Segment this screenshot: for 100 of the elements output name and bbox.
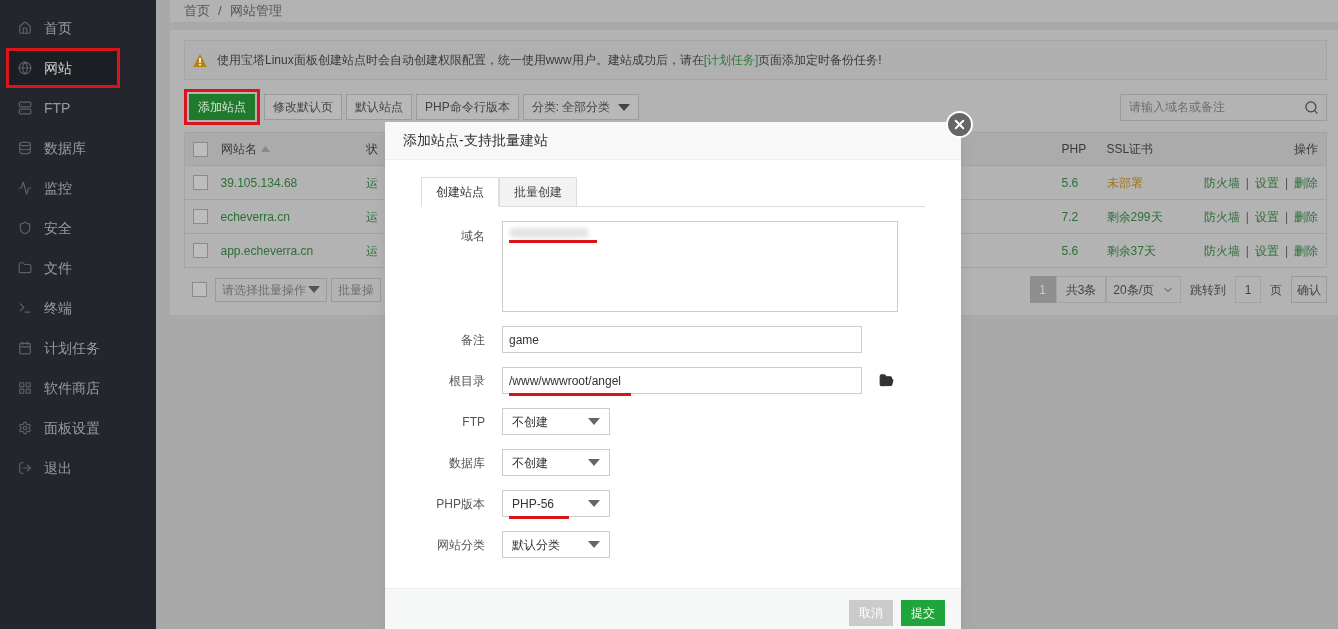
- breadcrumb-link[interactable]: 首页: [184, 1, 210, 21]
- select-all-checkbox[interactable]: [193, 141, 208, 157]
- status-text: 运: [365, 243, 378, 258]
- caret-icon: [588, 459, 600, 466]
- sidebar-item[interactable]: 数据库: [0, 128, 156, 168]
- site-name-link[interactable]: app.echeverra.cn: [220, 243, 314, 258]
- action-link[interactable]: 设置: [1254, 175, 1279, 190]
- row-checkbox[interactable]: [193, 209, 208, 224]
- close-icon: [952, 117, 967, 132]
- php-version: 5.6: [1061, 243, 1079, 258]
- warning-icon: [193, 53, 207, 67]
- sidebar-item[interactable]: 面板设置: [0, 408, 156, 448]
- field-label: 根目录: [448, 372, 485, 390]
- sidebar-item[interactable]: 计划任务: [0, 328, 156, 368]
- action-link[interactable]: 删除: [1294, 243, 1318, 258]
- column-header: PHP: [1061, 141, 1087, 158]
- action-separator: |: [1284, 175, 1288, 190]
- page-unit: 页: [1269, 281, 1283, 299]
- exit-icon: [18, 461, 32, 475]
- action-separator: |: [1245, 243, 1249, 258]
- field-label: 网站分类: [436, 536, 485, 554]
- sidebar-item[interactable]: 监控: [0, 168, 156, 208]
- action-link[interactable]: 设置: [1254, 243, 1279, 258]
- underline-mark: [509, 516, 569, 519]
- globe-icon: [18, 61, 32, 75]
- terminal-icon: [18, 301, 32, 315]
- field-label: 数据库: [448, 454, 485, 472]
- select-field[interactable]: 不创建: [502, 408, 610, 435]
- caret-icon: [618, 103, 631, 111]
- row-checkbox[interactable]: [193, 243, 208, 258]
- site-name-link[interactable]: 39.105.134.68: [220, 175, 298, 190]
- ssl-status: 剩余37天: [1106, 243, 1156, 258]
- dialog-tab[interactable]: 创建站点: [421, 177, 499, 207]
- jump-label: 跳转到: [1189, 281, 1227, 299]
- select-field[interactable]: 默认分类: [502, 531, 610, 558]
- select-field[interactable]: PHP-56: [502, 490, 610, 517]
- toolbar-button[interactable]: 默认站点: [346, 94, 412, 120]
- folder-open-icon[interactable]: [879, 373, 894, 388]
- caret-icon: [588, 500, 600, 507]
- ssl-status: 剩余299天: [1106, 209, 1163, 224]
- settings-icon: [18, 421, 32, 435]
- breadcrumb-separator: /: [218, 2, 222, 21]
- page-input[interactable]: 1: [1235, 276, 1261, 303]
- field-label: 备注: [460, 331, 485, 349]
- sidebar-item[interactable]: 终端: [0, 288, 156, 328]
- caret-icon: [308, 286, 320, 293]
- sidebar-item[interactable]: 退出: [0, 448, 156, 488]
- field-label: FTP: [461, 413, 485, 431]
- action-separator: |: [1284, 243, 1288, 258]
- root-path-field[interactable]: /www/wwwroot/angel: [502, 367, 862, 394]
- column-header: 状: [365, 141, 378, 158]
- action-link[interactable]: 防火墙: [1203, 243, 1240, 258]
- action-link[interactable]: 删除: [1294, 175, 1318, 190]
- sidebar-item[interactable]: 文件: [0, 248, 156, 288]
- bulk-checkbox[interactable]: [192, 282, 207, 297]
- sidebar-item[interactable]: 安全: [0, 208, 156, 248]
- row-checkbox[interactable]: [193, 175, 208, 190]
- server-icon: [18, 101, 32, 115]
- action-link[interactable]: 防火墙: [1203, 209, 1240, 224]
- shield-icon: [18, 221, 32, 235]
- notice-text: 使用宝塔Linux面板创建站点时会自动创建权限配置，统一使用www用户。建站成功后，请在[计划任务]页面添加定时备份任务!: [217, 52, 882, 69]
- caret-icon: [588, 418, 600, 425]
- grid-icon: [18, 381, 32, 395]
- toolbar-button[interactable]: 添加站点: [189, 94, 255, 120]
- category-dropdown[interactable]: 分类: 全部分类: [522, 94, 640, 120]
- calendar-icon: [18, 341, 32, 355]
- search-field[interactable]: 请输入域名或备注: [1120, 93, 1327, 121]
- database-icon: [18, 141, 32, 155]
- ssl-status: 未部署: [1106, 175, 1143, 190]
- domain-field[interactable]: [502, 221, 898, 312]
- action-link[interactable]: 删除: [1294, 209, 1318, 224]
- sort-icon: [260, 146, 270, 152]
- php-version: 7.2: [1061, 209, 1079, 224]
- sidebar-item[interactable]: FTP: [0, 88, 156, 128]
- home-icon: [18, 21, 32, 35]
- status-text: 运: [365, 175, 378, 190]
- php-version: 5.6: [1061, 175, 1079, 190]
- select-field[interactable]: 不创建: [502, 449, 610, 476]
- site-name-link[interactable]: echeverra.cn: [220, 209, 290, 224]
- action-link[interactable]: 设置: [1254, 209, 1279, 224]
- toolbar-button[interactable]: PHP命令行版本: [416, 94, 519, 120]
- status-text: 运: [365, 209, 378, 224]
- submit-button[interactable]: 提交: [901, 600, 945, 626]
- per-page-select[interactable]: 20条/页: [1106, 276, 1181, 303]
- remark-field[interactable]: game: [502, 326, 862, 353]
- search-icon[interactable]: [1304, 99, 1319, 115]
- total-count: 共3条: [1055, 276, 1107, 303]
- column-header: SSL证书: [1106, 141, 1154, 158]
- sidebar-item[interactable]: 首页: [0, 8, 156, 48]
- column-header[interactable]: 网站名: [220, 140, 270, 158]
- sidebar-item[interactable]: 软件商店: [0, 368, 156, 408]
- action-separator: |: [1245, 175, 1249, 190]
- confirm-button[interactable]: 确认: [1291, 276, 1327, 303]
- dialog-tab[interactable]: 批量创建: [499, 177, 577, 207]
- column-header: 操作: [1294, 141, 1318, 158]
- sidebar-item[interactable]: 网站: [6, 48, 120, 88]
- toolbar-button[interactable]: 修改默认页: [264, 94, 342, 120]
- caret-icon: [588, 541, 600, 548]
- action-link[interactable]: 防火墙: [1203, 175, 1240, 190]
- folder-icon: [18, 261, 32, 275]
